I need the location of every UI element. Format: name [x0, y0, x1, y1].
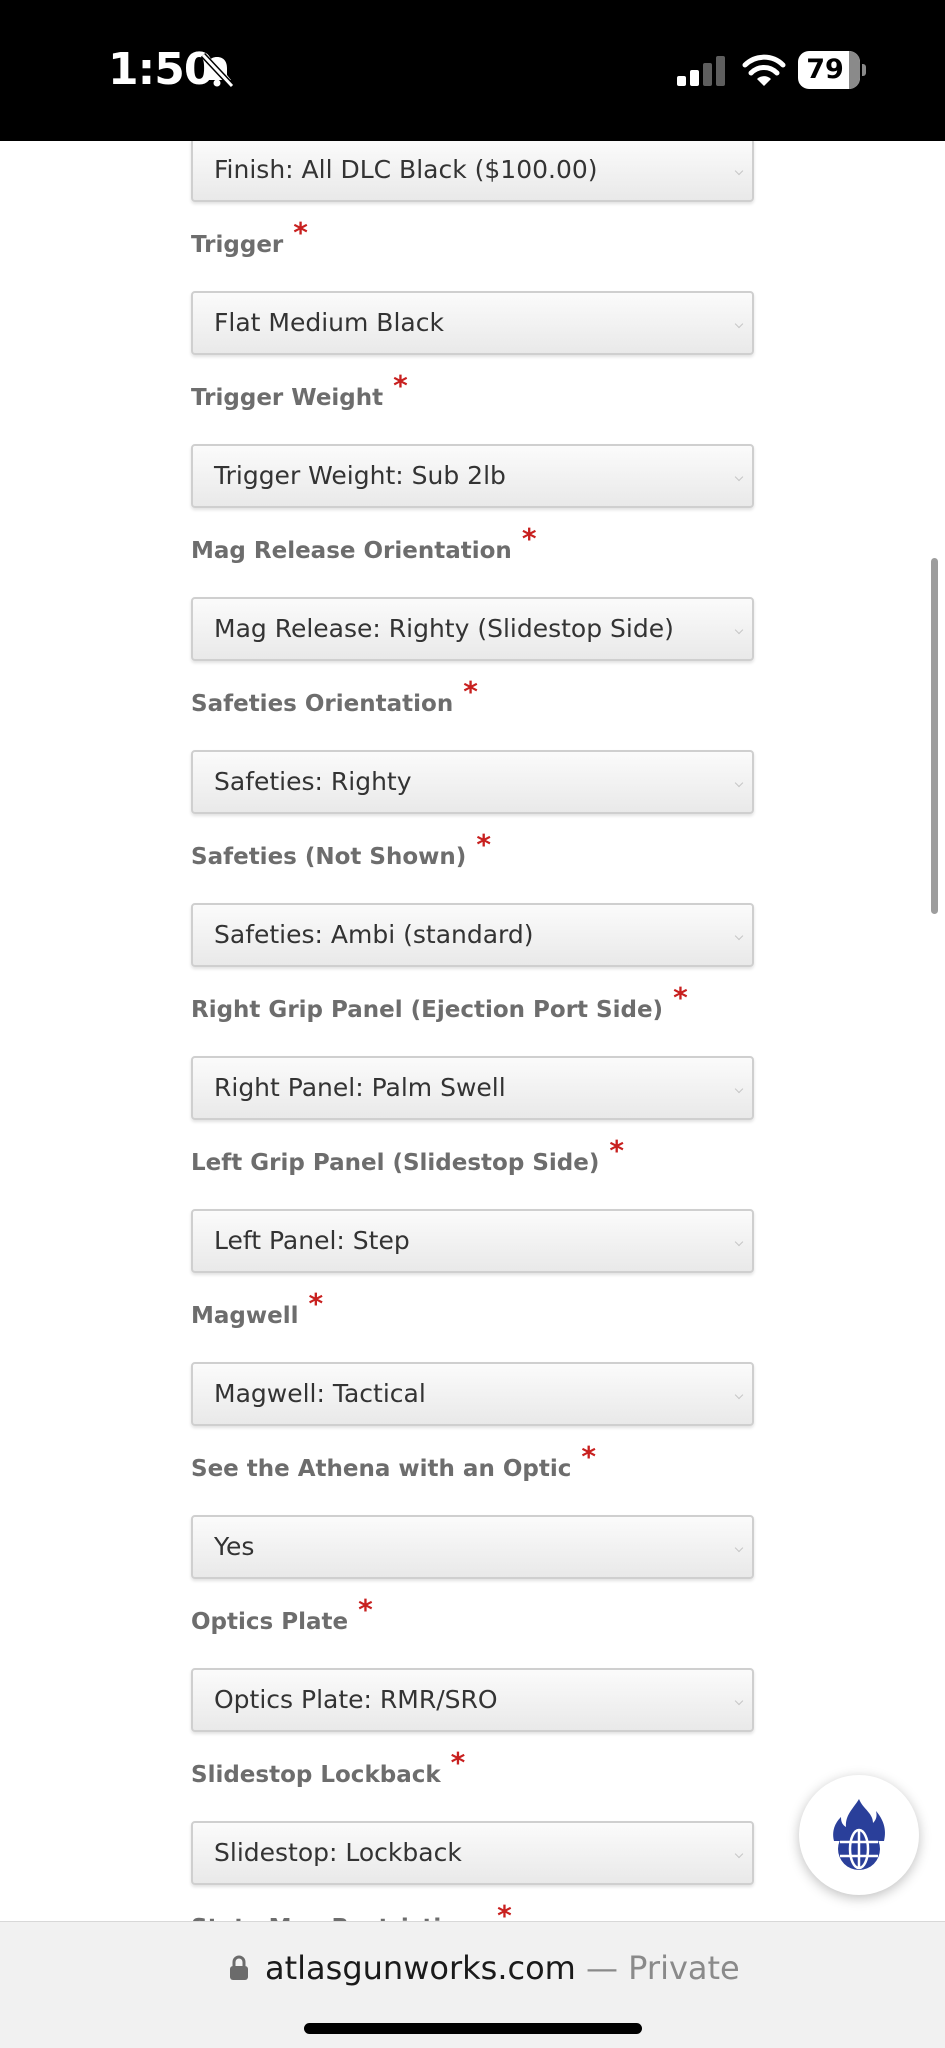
select-value: Right Panel: Palm Swell [214, 1073, 506, 1102]
option-select[interactable]: Mag Release: Righty (Slidestop Side) [191, 597, 754, 661]
field-label: Safeties (Not Shown) * [191, 828, 491, 873]
field-label: Optics Plate * [191, 1593, 373, 1638]
option-select[interactable]: Yes [191, 1515, 754, 1579]
option-select[interactable]: Slidestop: Lockback [191, 1821, 754, 1885]
option-select[interactable]: Finish: All DLC Black ($100.00) [191, 141, 754, 202]
field-label-text: Trigger [191, 232, 284, 258]
lock-icon [230, 1955, 248, 1980]
fire-globe-icon [833, 1799, 886, 1870]
fire-globe-button[interactable] [799, 1775, 919, 1895]
field-label-text: Safeties (Not Shown) [191, 844, 467, 870]
field-label: Trigger * [191, 216, 308, 261]
chevron-down-icon [734, 1543, 744, 1553]
select-value: Safeties: Righty [214, 767, 412, 796]
option-select[interactable]: Safeties: Righty [191, 750, 754, 814]
field-label-text: Left Grip Panel (Slidestop Side) [191, 1150, 600, 1176]
bell-slash-icon [200, 52, 235, 89]
signal-icon [677, 56, 725, 86]
field-label-text: Right Grip Panel (Ejection Port Side) [191, 997, 664, 1023]
required-star: * [581, 1440, 597, 1473]
chevron-down-icon [734, 1696, 744, 1706]
chevron-down-icon [734, 1084, 744, 1094]
option-select[interactable]: Safeties: Ambi (standard) [191, 903, 754, 967]
wifi-icon [742, 54, 786, 86]
required-star: * [497, 1899, 512, 1921]
select-value: Trigger Weight: Sub 2lb [214, 461, 506, 490]
url-domain: atlasgunworks.com [265, 1949, 576, 1987]
required-star: * [393, 369, 408, 402]
select-value: Yes [214, 1532, 255, 1561]
option-select[interactable]: Right Panel: Palm Swell [191, 1056, 754, 1120]
required-star: * [463, 675, 478, 708]
battery-level: 79 [806, 54, 844, 85]
select-value: Mag Release: Righty (Slidestop Side) [214, 614, 674, 643]
option-select[interactable]: Left Panel: Step [191, 1209, 754, 1273]
url-text[interactable]: atlasgunworks.com — Private [265, 1948, 740, 1988]
option-select[interactable]: Optics Plate: RMR/SRO [191, 1668, 754, 1732]
field-label: See the Athena with an Optic * [191, 1440, 596, 1485]
required-star: * [308, 1287, 324, 1320]
battery-icon: 79 [798, 51, 866, 89]
required-star: * [673, 981, 688, 1014]
chevron-down-icon [734, 319, 744, 329]
chevron-down-icon [734, 778, 744, 788]
required-star: * [476, 828, 491, 861]
required-star: * [609, 1134, 625, 1167]
select-value: Slidestop: Lockback [214, 1838, 462, 1867]
home-indicator [304, 2023, 642, 2034]
chevron-down-icon [734, 1390, 744, 1400]
required-star: * [293, 216, 308, 249]
required-star: * [521, 522, 537, 555]
field-label: Right Grip Panel (Ejection Port Side) * [191, 981, 688, 1026]
field-label: Left Grip Panel (Slidestop Side) * [191, 1134, 624, 1179]
product-options-form: Finish: All DLC Black ($100.00) Trigger * F… [0, 141, 945, 1921]
select-value: Left Panel: Step [214, 1226, 410, 1255]
chevron-down-icon [734, 931, 744, 941]
field-label: Magwell * [191, 1287, 323, 1332]
chevron-down-icon [734, 472, 744, 482]
field-label-text: Trigger Weight [191, 385, 384, 411]
select-value: Safeties: Ambi (standard) [214, 920, 534, 949]
field-label: Slidestop Lockback * [191, 1746, 465, 1791]
option-select[interactable]: Flat Medium Black [191, 291, 754, 355]
chevron-down-icon [734, 1849, 744, 1859]
chevron-down-icon [734, 1237, 744, 1247]
browser-address-bar[interactable]: atlasgunworks.com — Private [0, 1921, 945, 2048]
private-mode-label: Private [628, 1949, 740, 1987]
field-label: Mag Release Orientation * [191, 522, 536, 567]
field-label-text: Magwell [191, 1303, 299, 1329]
select-value: Optics Plate: RMR/SRO [214, 1685, 498, 1714]
chevron-down-icon [734, 166, 744, 176]
required-star: * [450, 1746, 466, 1779]
url-separator: — [575, 1949, 629, 1987]
chevron-down-icon [734, 625, 744, 635]
page-scrollbar[interactable] [931, 558, 938, 914]
option-select[interactable]: Trigger Weight: Sub 2lb [191, 444, 754, 508]
select-value: Finish: All DLC Black ($100.00) [214, 155, 598, 184]
field-label: Trigger Weight * [191, 369, 408, 414]
select-value: Flat Medium Black [214, 308, 444, 337]
field-label-text: See the Athena with an Optic [191, 1456, 572, 1482]
field-label-text: Slidestop Lockback [191, 1762, 441, 1788]
field-label-text: Safeties Orientation [191, 691, 454, 717]
option-select[interactable]: Magwell: Tactical [191, 1362, 754, 1426]
status-bar: 1:50 79 [0, 0, 945, 141]
select-value: Magwell: Tactical [214, 1379, 426, 1408]
required-star: * [358, 1593, 373, 1626]
field-label: Safeties Orientation * [191, 675, 478, 720]
field-label-text: Mag Release Orientation [191, 538, 512, 564]
field-label-partial: State Mag Restrictions* [191, 1899, 512, 1921]
field-label-text: Optics Plate [191, 1609, 349, 1635]
